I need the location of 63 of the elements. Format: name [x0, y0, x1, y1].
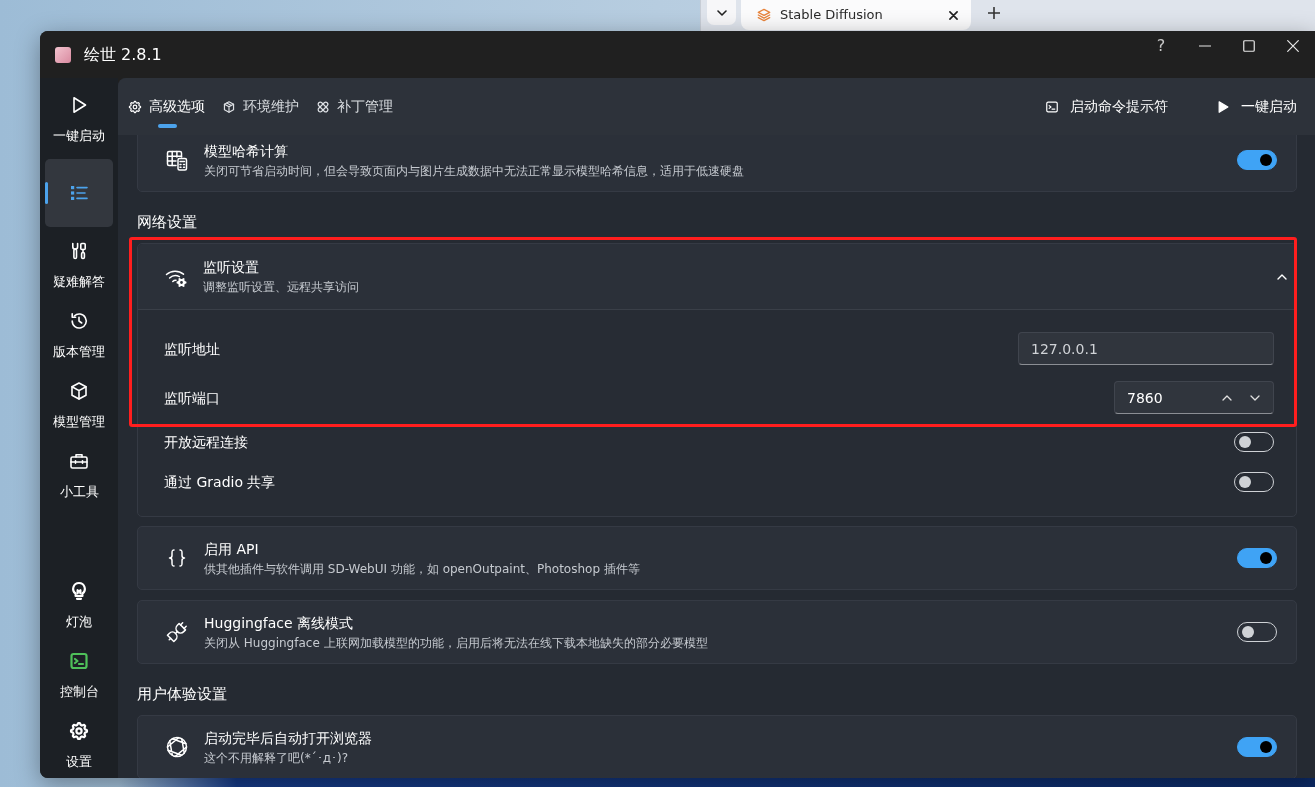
setting-title: 模型哈希计算 [204, 141, 289, 161]
setting-description: 调整监听设置、远程共享访问 [203, 279, 359, 296]
wrench-screwdriver-icon [69, 241, 89, 261]
gear-icon [128, 99, 142, 114]
setting-label: 监听地址 [164, 339, 220, 359]
section-heading: 网络设置 [137, 212, 198, 232]
terminal-icon [1045, 99, 1059, 114]
toggle-switch[interactable] [1237, 150, 1277, 170]
minimize-icon [1199, 45, 1211, 47]
expander-header[interactable]: 监听设置 调整监听设置、远程共享访问 [138, 244, 1296, 310]
setting-label: 监听端口 [164, 388, 220, 408]
app-icon [55, 46, 71, 63]
sidebar-item[interactable]: 设置 [45, 715, 113, 777]
sidebar-item[interactable]: 疑难解答 [45, 235, 113, 297]
aperture-icon [165, 735, 189, 759]
launch-button[interactable]: 一键启动 [1216, 90, 1297, 123]
plus-icon [988, 7, 1000, 19]
maximize-icon [1243, 40, 1255, 52]
number-field[interactable]: 7860 [1114, 381, 1274, 414]
close-icon [948, 10, 958, 20]
plug-icon [165, 620, 189, 644]
bandage-icon [316, 99, 330, 114]
setting-title: 启动完毕后自动打开浏览器 [204, 728, 372, 748]
close-icon [1287, 40, 1299, 52]
setting-description: 这个不用解释了吧(*´･д･)? [204, 749, 350, 767]
window-title: 绘世 2.8.1 [84, 43, 162, 66]
sidebar-item[interactable] [45, 159, 113, 227]
box-icon [222, 99, 236, 114]
browser-tab[interactable]: Stable Diffusion [741, 0, 971, 30]
setting-title: 启用 API [204, 539, 260, 559]
setting-title: Huggingface 离线模式 [204, 613, 355, 633]
chevron-down-icon [1250, 394, 1260, 401]
layers-icon [757, 8, 771, 22]
address-field[interactable]: 127.0.0.1 [1018, 332, 1274, 365]
setting-label: 开放远程连接 [164, 433, 248, 452]
chevron-up-icon [1222, 394, 1232, 401]
nav-tab[interactable]: 补丁管理 [316, 78, 393, 135]
sidebar-item[interactable]: 小工具 [45, 445, 113, 507]
setting-label: 通过 Gradio 共享 [164, 473, 276, 492]
setting-description: 关闭从 Huggingface 上联网加载模型的功能，启用后将无法在线下载本地缺失的部分必要模型 [204, 634, 708, 652]
cube-icon [69, 381, 89, 401]
help-button[interactable]: ? [1139, 31, 1183, 61]
toggle-switch[interactable] [1237, 548, 1277, 568]
toggle-switch[interactable] [1237, 737, 1277, 757]
sidebar-item[interactable]: 灯泡 [45, 575, 113, 637]
tab-list-button[interactable] [707, 0, 736, 25]
history-icon [69, 311, 89, 331]
section-heading: 用户体验设置 [137, 684, 228, 704]
sidebar-item[interactable]: 模型管理 [45, 375, 113, 437]
toolbox-icon [69, 451, 89, 471]
command-prompt-button[interactable]: 启动命令提示符 [1045, 90, 1168, 123]
setting-description: 供其他插件与软件调用 SD-WebUI 功能，如 openOutpaint、Photoshop 插件等 [204, 560, 640, 578]
play-icon [1216, 99, 1230, 114]
chevron-down-icon [716, 9, 727, 16]
sidebar-item[interactable]: 控制台 [45, 645, 113, 707]
nav-tab[interactable]: 高级选项 [128, 78, 205, 135]
sidebar-item[interactable]: 一键启动 [45, 89, 113, 151]
spreadsheet-calculator-icon [165, 148, 189, 172]
list-icon [69, 183, 89, 203]
setting-description: 关闭可节省启动时间，但会导致页面内与图片生成数据中无法正常显示模型哈希信息，适用于低速硬盘 [204, 162, 744, 180]
setting-title: 监听设置 [203, 258, 260, 277]
nav-tab[interactable]: 环境维护 [222, 78, 299, 135]
sidebar-item[interactable]: 版本管理 [45, 305, 113, 367]
